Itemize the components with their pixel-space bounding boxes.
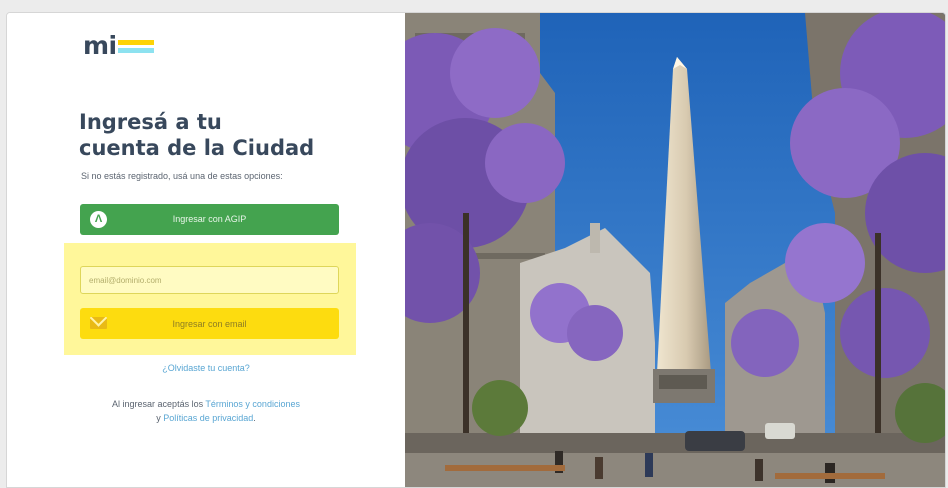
subtitle: Si no estás registrado, usá una de estas… bbox=[81, 171, 283, 181]
hero-photo bbox=[405, 13, 945, 487]
page-title: Ingresá a tu cuenta de la Ciudad bbox=[79, 109, 379, 161]
email-input[interactable] bbox=[80, 266, 339, 294]
email-button-label: Ingresar con email bbox=[172, 319, 247, 329]
terms-suffix: . bbox=[253, 413, 256, 423]
miba-logo: miBA bbox=[83, 31, 155, 60]
terms-prefix: Al ingresar aceptás los bbox=[112, 399, 204, 409]
logo-ba: BA bbox=[117, 31, 155, 60]
logo-prefix: mi bbox=[83, 31, 117, 60]
terms-notice: Al ingresar aceptás los Términos y condi… bbox=[7, 397, 405, 425]
agip-button-label: Ingresar con AGIP bbox=[172, 214, 247, 224]
terms-joiner: y bbox=[156, 413, 161, 423]
agip-login-button[interactable]: Λ Ingresar con AGIP bbox=[80, 204, 339, 235]
obelisk-photo bbox=[405, 13, 945, 487]
browser-window: miBA Ingresá a tu cuenta de la Ciudad Si… bbox=[6, 12, 946, 488]
login-panel: miBA Ingresá a tu cuenta de la Ciudad Si… bbox=[7, 13, 405, 487]
privacy-link[interactable]: Políticas de privacidad bbox=[163, 413, 253, 423]
email-login-button[interactable]: Ingresar con email bbox=[80, 308, 339, 339]
title-line-1: Ingresá a tu bbox=[79, 110, 222, 134]
terms-link[interactable]: Términos y condiciones bbox=[205, 399, 300, 409]
title-line-2: cuenta de la Ciudad bbox=[79, 136, 315, 160]
forgot-account-link[interactable]: ¿Olvidaste tu cuenta? bbox=[7, 363, 405, 373]
